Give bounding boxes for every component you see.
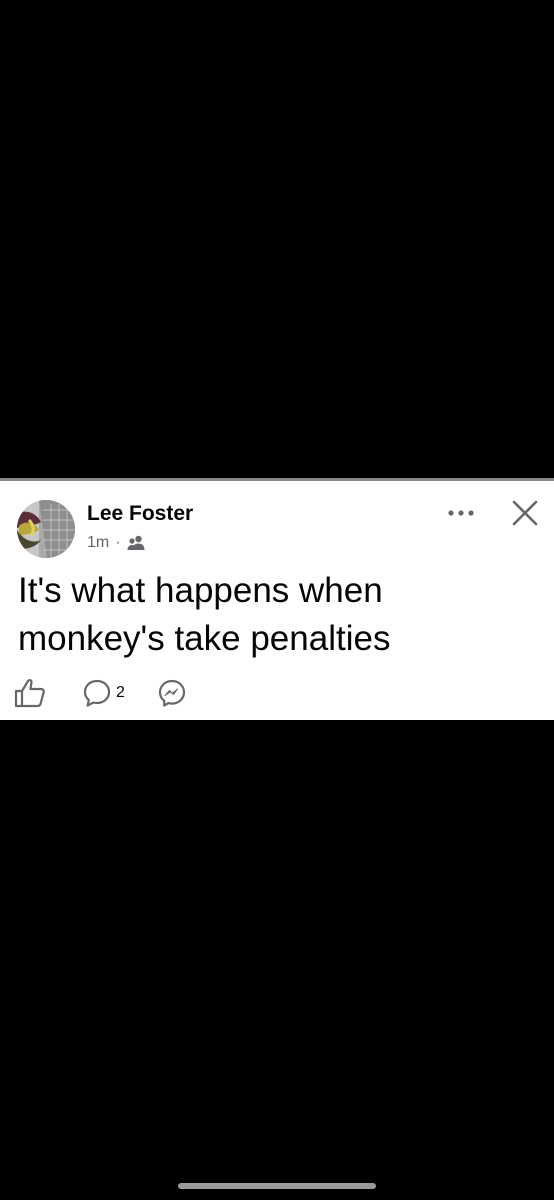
post-card: Lee Foster 1m · It's what happens when m…	[0, 478, 554, 720]
messenger-icon	[158, 679, 186, 707]
post-meta: 1m ·	[87, 533, 145, 553]
comment-icon	[83, 679, 111, 707]
home-indicator[interactable]	[178, 1183, 376, 1189]
author-name[interactable]: Lee Foster	[87, 502, 193, 526]
comment-count: 2	[116, 684, 125, 701]
post-text: It's what happens when monkey's take pen…	[18, 571, 391, 658]
post-time[interactable]: 1m	[87, 534, 109, 552]
like-button[interactable]	[14, 678, 46, 708]
close-icon	[512, 500, 538, 526]
avatar[interactable]	[17, 500, 75, 558]
post-actions: 2	[14, 673, 187, 713]
more-options-icon	[448, 510, 474, 516]
messenger-share-button[interactable]	[157, 678, 187, 708]
friends-audience-icon	[127, 535, 145, 550]
avatar-image	[17, 500, 75, 558]
comment-button[interactable]: 2	[82, 678, 125, 708]
more-options-button[interactable]	[442, 499, 480, 527]
screen: Lee Foster 1m · It's what happens when m…	[0, 0, 554, 1200]
meta-separator: ·	[115, 534, 121, 551]
thumbs-up-icon	[14, 679, 45, 708]
close-button[interactable]	[506, 495, 544, 531]
